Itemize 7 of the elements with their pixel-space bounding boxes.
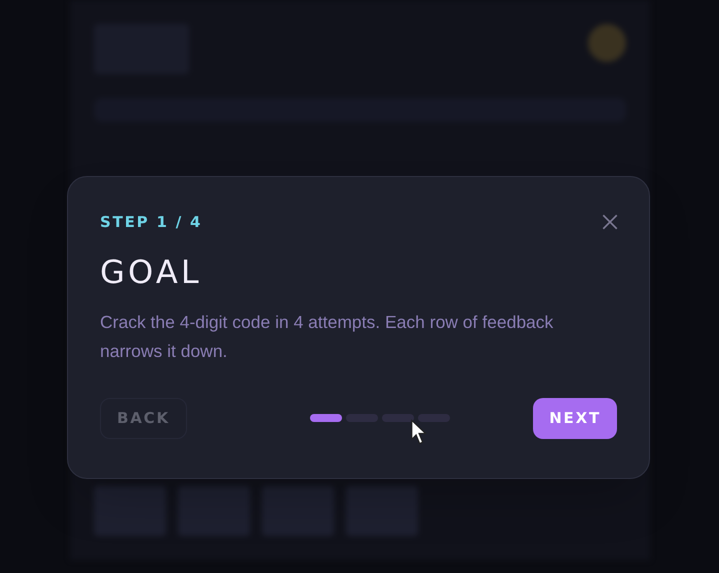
next-button[interactable]: NEXT	[533, 398, 617, 438]
step-label: STEP 1 / 4	[100, 212, 202, 233]
dialog-body: Crack the 4-digit code in 4 attempts. Each row of feedback narrows it down.	[100, 310, 554, 362]
dialog-title: GOAL	[100, 256, 203, 288]
mouse-pointer-icon	[410, 419, 428, 445]
avatar-icon	[588, 24, 626, 62]
close-icon[interactable]	[601, 213, 619, 232]
